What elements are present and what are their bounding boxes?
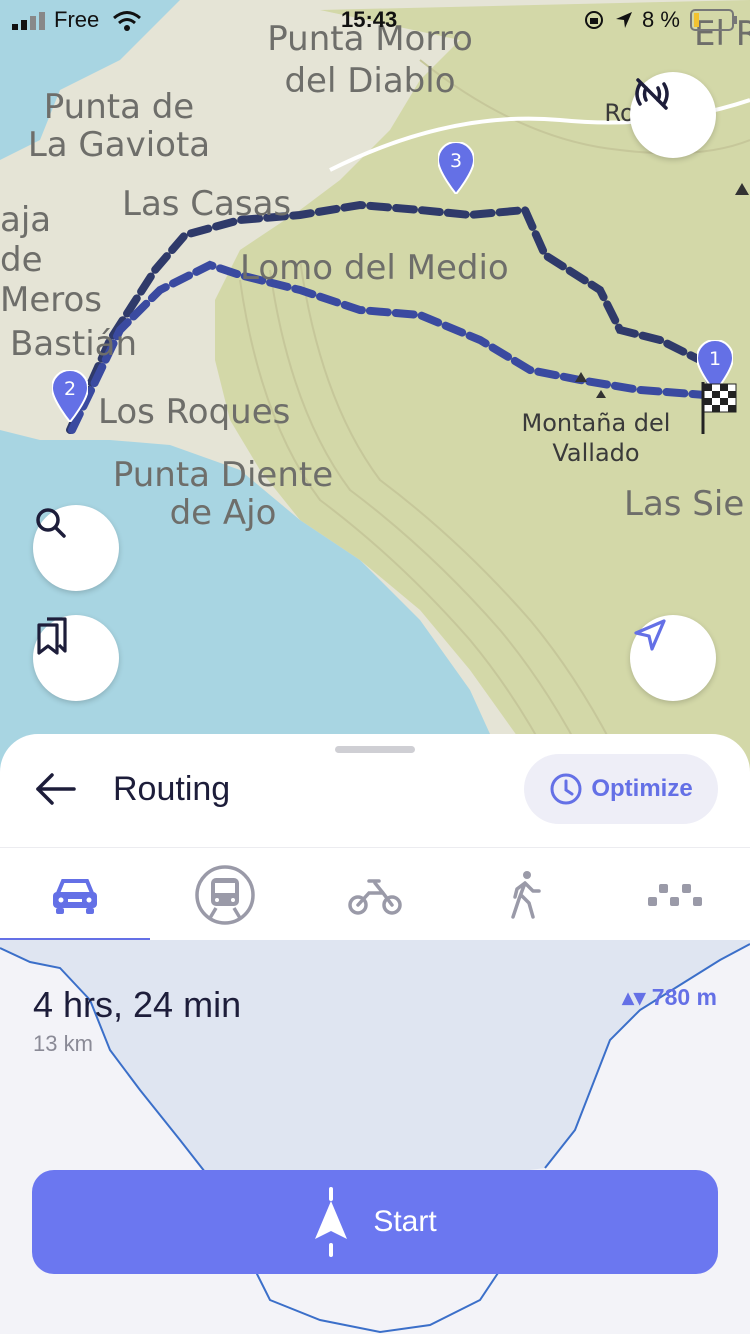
signal-icon [12, 12, 45, 30]
start-button[interactable]: Start [32, 1170, 718, 1274]
battery-percent: 8 % [642, 7, 680, 32]
bike-icon [348, 878, 402, 915]
locate-icon [634, 619, 666, 651]
map-label: Lomo del Medio [240, 248, 509, 288]
tab-car[interactable] [0, 848, 150, 941]
arrow-left-icon [36, 773, 76, 805]
route-duration: 4 hrs, 24 min [33, 984, 242, 1025]
no-broadcast-icon [635, 78, 669, 110]
map-label: Las Casas [122, 184, 292, 224]
optimize-label: Optimize [591, 775, 693, 802]
no-tracking-button[interactable] [630, 72, 716, 158]
map-label: Montaña del Vallado [521, 409, 671, 467]
bookmarks-button[interactable] [33, 615, 119, 701]
map-view[interactable]: Punta Morro del Diablo Punta de La Gavio… [0, 0, 750, 800]
map-label: aja de Meros [0, 200, 102, 320]
map-label: Los Roques [98, 392, 291, 432]
waypoint-pin-2[interactable]: 2 [52, 370, 98, 426]
sheet-drag-handle[interactable] [335, 746, 415, 753]
elevation-value: 780 m [651, 984, 717, 1010]
back-button[interactable] [30, 766, 82, 812]
status-bar: Free 15:43 8 % [0, 0, 750, 40]
search-icon [36, 508, 66, 538]
search-button[interactable] [33, 505, 119, 591]
carrier-name: Free [54, 7, 100, 32]
car-icon [53, 878, 97, 914]
page-title: Routing [113, 770, 231, 808]
map-label: Las Sie [624, 484, 745, 524]
navigation-arrow-icon [315, 1187, 348, 1257]
start-label: Start [373, 1205, 437, 1238]
tab-more[interactable] [600, 848, 750, 941]
clock-icon [550, 773, 582, 805]
elevation-updown-icon: ▴▾ [622, 984, 652, 1010]
map-label: Bastián [10, 324, 138, 364]
waypoint-number: 3 [449, 150, 463, 172]
bookmarks-icon [37, 617, 67, 655]
clock: 15:43 [341, 7, 398, 32]
finish-flag-icon [700, 380, 740, 436]
rotation-lock-icon [585, 11, 603, 29]
route-distance: 13 km [33, 1031, 93, 1056]
wifi-icon [113, 11, 141, 31]
walk-icon [511, 870, 541, 919]
waypoint-pin-3[interactable]: 3 [438, 142, 484, 198]
transit-icon [195, 864, 255, 925]
routing-sheet: Routing Optimize 4 hrs, 24 min 13 km ▴▾ … [0, 734, 750, 1334]
transport-mode-tabs [0, 847, 750, 942]
locate-button[interactable] [630, 615, 716, 701]
more-icon [648, 883, 702, 906]
route-elevation: ▴▾ 780 m [622, 984, 717, 1011]
waypoint-number: 1 [708, 348, 722, 370]
tab-transit[interactable] [150, 848, 300, 941]
map-label: Punta Diente de Ajo [112, 455, 334, 533]
map-label: Punta de La Gaviota [27, 87, 211, 165]
optimize-button[interactable]: Optimize [524, 754, 718, 824]
tab-walk[interactable] [450, 848, 600, 941]
waypoint-number: 2 [63, 378, 77, 400]
location-arrow-icon [616, 12, 632, 28]
tab-bike[interactable] [300, 848, 450, 941]
battery-icon [690, 9, 737, 31]
